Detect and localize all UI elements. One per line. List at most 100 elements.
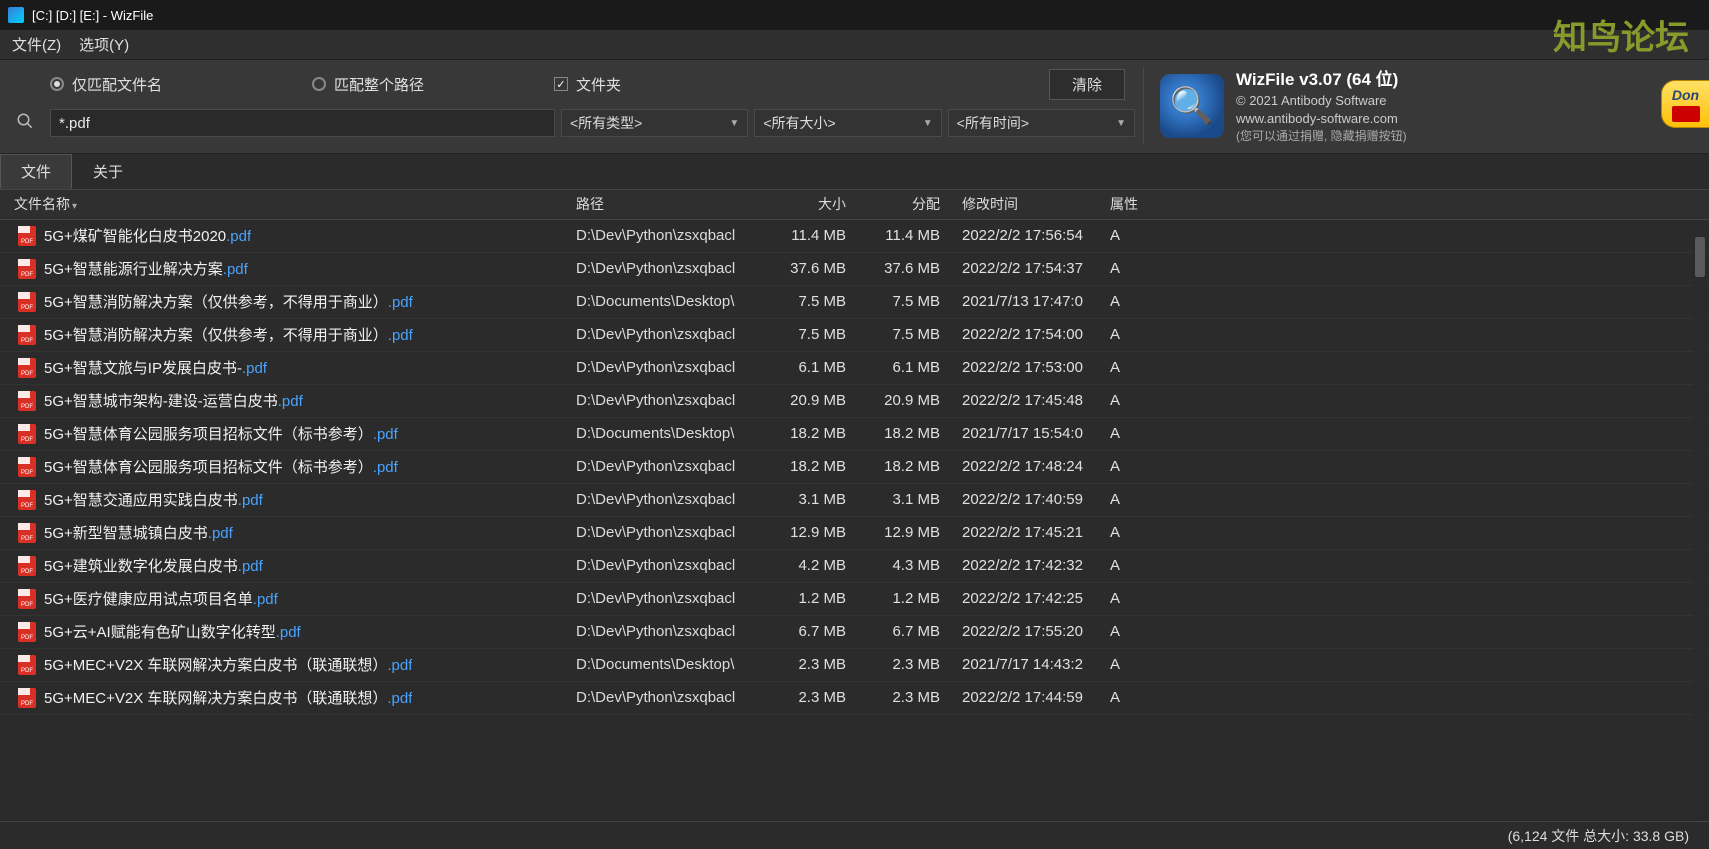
file-mtime: 2022/2/2 17:44:59 bbox=[952, 689, 1102, 706]
file-mtime: 2022/2/2 17:42:32 bbox=[952, 557, 1102, 574]
clear-button[interactable]: 清除 bbox=[1049, 69, 1125, 100]
file-name: 5G+智慧体育公园服务项目招标文件（标书参考）.pdf bbox=[44, 423, 398, 444]
file-ext: .pdf bbox=[242, 360, 267, 377]
table-row[interactable]: 5G+医疗健康应用试点项目名单.pdfD:\Dev\Python\zsxqbac… bbox=[0, 583, 1709, 616]
file-ext: .pdf bbox=[387, 690, 412, 707]
file-size: 4.2 MB bbox=[764, 557, 858, 574]
col-header-alloc[interactable]: 分配 bbox=[858, 194, 952, 214]
col-header-name[interactable]: 文件名称 bbox=[0, 194, 576, 214]
table-row[interactable]: 5G+智慧体育公园服务项目招标文件（标书参考）.pdf D:\Dev\Python… bbox=[0, 451, 1709, 484]
file-attr: A bbox=[1102, 656, 1156, 673]
file-mtime: 2021/7/17 15:54:0 bbox=[952, 425, 1102, 442]
combo-type[interactable]: <所有类型> ▼ bbox=[561, 109, 748, 137]
vertical-scrollbar[interactable] bbox=[1693, 235, 1707, 819]
file-path: D:\Dev\Python\zsxqbacl bbox=[576, 623, 764, 640]
donate-button[interactable]: Don bbox=[1661, 80, 1709, 128]
tabs: 文件 关于 bbox=[0, 154, 1709, 190]
col-header-path[interactable]: 路径 bbox=[576, 194, 764, 214]
file-name: 5G+智慧消防解决方案（仅供参考，不得用于商业）.pdf bbox=[44, 324, 413, 345]
file-size: 3.1 MB bbox=[764, 491, 858, 508]
file-attr: A bbox=[1102, 458, 1156, 475]
file-mtime: 2022/2/2 17:42:25 bbox=[952, 590, 1102, 607]
file-alloc: 7.5 MB bbox=[858, 293, 952, 310]
file-alloc: 11.4 MB bbox=[858, 227, 952, 244]
menu-file[interactable]: 文件(Z) bbox=[12, 34, 61, 55]
col-header-size[interactable]: 大小 bbox=[764, 194, 858, 214]
file-attr: A bbox=[1102, 491, 1156, 508]
col-header-attr[interactable]: 属性 bbox=[1102, 194, 1156, 214]
file-path: D:\Dev\Python\zsxqbacl bbox=[576, 458, 764, 475]
table-row[interactable]: 5G+建筑业数字化发展白皮书.pdfD:\Dev\Python\zsxqbacl… bbox=[0, 550, 1709, 583]
table-row[interactable]: 5G+智慧城市架构-建设-运营白皮书.pdfD:\Dev\Python\zsxq… bbox=[0, 385, 1709, 418]
file-attr: A bbox=[1102, 260, 1156, 277]
col-header-mtime[interactable]: 修改时间 bbox=[952, 194, 1102, 214]
file-size: 2.3 MB bbox=[764, 656, 858, 673]
file-ext: .pdf bbox=[373, 459, 398, 476]
tab-files[interactable]: 文件 bbox=[0, 154, 72, 189]
donate-label: Don bbox=[1672, 87, 1699, 103]
file-attr: A bbox=[1102, 590, 1156, 607]
radio-match-filename[interactable]: 仅匹配文件名 bbox=[50, 74, 162, 95]
scrollbar-thumb[interactable] bbox=[1695, 237, 1705, 277]
radio-match-path[interactable]: 匹配整个路径 bbox=[312, 74, 424, 95]
radio-dot-icon bbox=[50, 77, 64, 91]
search-input[interactable] bbox=[50, 109, 555, 137]
file-path: D:\Documents\Desktop\ bbox=[576, 293, 764, 310]
pdf-file-icon bbox=[18, 523, 36, 543]
file-ext: .pdf bbox=[278, 393, 303, 410]
statusbar: (6,124 文件 总大小: 33.8 GB) bbox=[0, 821, 1709, 849]
file-mtime: 2022/2/2 17:40:59 bbox=[952, 491, 1102, 508]
file-attr: A bbox=[1102, 689, 1156, 706]
file-mtime: 2022/2/2 17:53:00 bbox=[952, 359, 1102, 376]
chevron-down-icon: ▼ bbox=[729, 118, 739, 129]
file-alloc: 18.2 MB bbox=[858, 425, 952, 442]
file-path: D:\Documents\Desktop\ bbox=[576, 425, 764, 442]
file-path: D:\Dev\Python\zsxqbacl bbox=[576, 260, 764, 277]
pdf-file-icon bbox=[18, 589, 36, 609]
file-path: D:\Dev\Python\zsxqbacl bbox=[576, 227, 764, 244]
credit-card-icon bbox=[1672, 106, 1700, 122]
table-row[interactable]: 5G+新型智慧城镇白皮书.pdfD:\Dev\Python\zsxqbacl12… bbox=[0, 517, 1709, 550]
file-mtime: 2021/7/13 17:47:0 bbox=[952, 293, 1102, 310]
combo-size[interactable]: <所有大小> ▼ bbox=[754, 109, 941, 137]
table-row[interactable]: 5G+智慧交通应用实践白皮书.pdfD:\Dev\Python\zsxqbacl… bbox=[0, 484, 1709, 517]
file-path: D:\Dev\Python\zsxqbacl bbox=[576, 392, 764, 409]
query-row: <所有类型> ▼ <所有大小> ▼ <所有时间> ▼ bbox=[50, 104, 1135, 142]
app-url[interactable]: www.antibody-software.com bbox=[1236, 110, 1407, 128]
table-row[interactable]: 5G+智慧文旅与IP发展白皮书-.pdfD:\Dev\Python\zsxqba… bbox=[0, 352, 1709, 385]
app-copyright: © 2021 Antibody Software bbox=[1236, 92, 1407, 110]
combo-time[interactable]: <所有时间> ▼ bbox=[948, 109, 1135, 137]
file-name: 5G+智慧能源行业解决方案.pdf bbox=[44, 258, 248, 279]
file-ext: .pdf bbox=[253, 591, 278, 608]
table-row[interactable]: 5G+智慧消防解决方案（仅供参考，不得用于商业）.pdf D:\Documents… bbox=[0, 286, 1709, 319]
tab-about[interactable]: 关于 bbox=[72, 154, 144, 189]
file-alloc: 18.2 MB bbox=[858, 458, 952, 475]
file-size: 2.3 MB bbox=[764, 689, 858, 706]
table-row[interactable]: 5G+煤矿智能化白皮书2020.pdfD:\Dev\Python\zsxqbac… bbox=[0, 220, 1709, 253]
file-mtime: 2022/2/2 17:45:48 bbox=[952, 392, 1102, 409]
file-size: 7.5 MB bbox=[764, 326, 858, 343]
table-row[interactable]: 5G+智慧消防解决方案（仅供参考，不得用于商业）.pdfD:\Dev\Pytho… bbox=[0, 319, 1709, 352]
file-ext: .pdf bbox=[208, 525, 233, 542]
file-size: 6.7 MB bbox=[764, 623, 858, 640]
file-ext: .pdf bbox=[223, 261, 248, 278]
file-name: 5G+智慧消防解决方案（仅供参考，不得用于商业）.pdf bbox=[44, 291, 413, 312]
file-size: 1.2 MB bbox=[764, 590, 858, 607]
file-path: D:\Dev\Python\zsxqbacl bbox=[576, 557, 764, 574]
check-folders[interactable]: ✓ 文件夹 bbox=[554, 74, 621, 95]
file-name: 5G+智慧体育公园服务项目招标文件（标书参考）.pdf bbox=[44, 456, 398, 477]
menu-options[interactable]: 选项(Y) bbox=[79, 34, 129, 55]
file-attr: A bbox=[1102, 425, 1156, 442]
table-row[interactable]: 5G+MEC+V2X 车联网解决方案白皮书（联通联想）.pdfD:\Dev\Py… bbox=[0, 682, 1709, 715]
file-attr: A bbox=[1102, 293, 1156, 310]
file-ext: .pdf bbox=[238, 492, 263, 509]
file-alloc: 2.3 MB bbox=[858, 656, 952, 673]
table-row[interactable]: 5G+智慧体育公园服务项目招标文件（标书参考）.pdf D:\Documents\… bbox=[0, 418, 1709, 451]
pdf-file-icon bbox=[18, 226, 36, 246]
table-row[interactable]: 5G+智慧能源行业解决方案.pdfD:\Dev\Python\zsxqbacl3… bbox=[0, 253, 1709, 286]
titlebar[interactable]: [C:] [D:] [E:] - WizFile bbox=[0, 0, 1709, 30]
file-mtime: 2022/2/2 17:54:00 bbox=[952, 326, 1102, 343]
table-row[interactable]: 5G+MEC+V2X 车联网解决方案白皮书（联通联想）.pdfD:\Docume… bbox=[0, 649, 1709, 682]
table-row[interactable]: 5G+云+AI赋能有色矿山数字化转型.pdfD:\Dev\Python\zsxq… bbox=[0, 616, 1709, 649]
file-alloc: 1.2 MB bbox=[858, 590, 952, 607]
